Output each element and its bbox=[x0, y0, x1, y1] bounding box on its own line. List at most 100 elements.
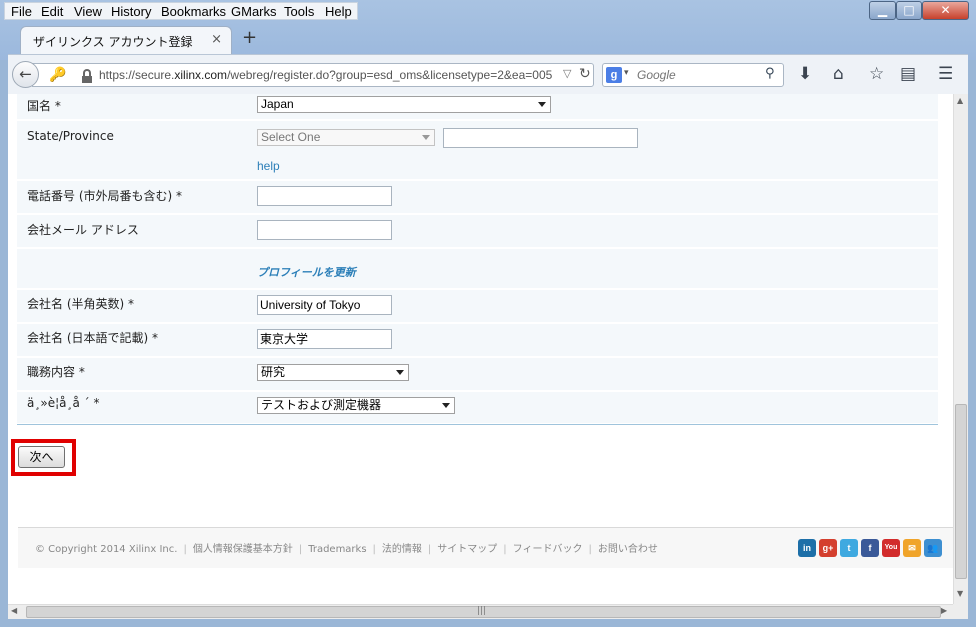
scroll-down-icon[interactable]: ▼ bbox=[957, 589, 963, 598]
google-engine-icon[interactable]: g bbox=[606, 67, 622, 83]
chevron-down-icon bbox=[538, 102, 546, 107]
footer-link-feedback[interactable]: フィードバック bbox=[513, 544, 583, 555]
vertical-scroll-thumb[interactable] bbox=[955, 404, 967, 579]
footer-links: © Copyright 2014 Xilinx Inc. | 個人情報保護基本方針 |… bbox=[35, 544, 658, 555]
back-arrow-icon: ← bbox=[19, 65, 32, 83]
minimize-button[interactable]: ▁ bbox=[869, 1, 896, 20]
industry-select[interactable]: テストおよび測定機器 bbox=[257, 397, 455, 414]
url-prefix: https://secure. bbox=[99, 68, 175, 82]
url-bar[interactable]: 🔑 https://secure.xilinx.com/webreg/regis… bbox=[32, 63, 594, 87]
youtube-icon[interactable]: You bbox=[882, 539, 900, 557]
menu-bookmarks[interactable]: Bookmarks bbox=[161, 3, 226, 20]
menu-history[interactable]: History bbox=[111, 3, 151, 20]
industry-label: ä¸»è¦å¸å ´ * bbox=[27, 396, 100, 410]
navigation-toolbar: 🔑 https://secure.xilinx.com/webreg/regis… bbox=[8, 54, 968, 94]
job-select[interactable]: 研究 bbox=[257, 364, 409, 381]
country-select[interactable]: Japan bbox=[257, 96, 551, 113]
state-help-link[interactable]: help bbox=[257, 159, 280, 173]
footer-link-contact[interactable]: お問い合わせ bbox=[598, 544, 658, 555]
new-tab-icon[interactable]: + bbox=[242, 28, 257, 48]
menu-edit[interactable]: Edit bbox=[41, 3, 63, 20]
url-path: /webreg/register.do?group=esd_oms&licens… bbox=[227, 68, 553, 82]
horizontal-scroll-thumb[interactable]: ||| bbox=[26, 606, 941, 618]
company-ja-input[interactable]: 東京大学 bbox=[257, 329, 392, 349]
scroll-right-icon[interactable]: ▶ bbox=[941, 606, 947, 615]
googleplus-icon[interactable]: g+ bbox=[819, 539, 837, 557]
tab-title: ザイリンクス アカウント登録 bbox=[33, 35, 193, 49]
job-select-value: 研究 bbox=[261, 365, 286, 379]
engine-dropdown-icon[interactable]: ▾ bbox=[624, 68, 629, 78]
phone-input[interactable] bbox=[257, 186, 392, 206]
url-host: xilinx.com bbox=[174, 68, 228, 82]
back-button[interactable]: ← bbox=[12, 61, 39, 88]
menu-view[interactable]: View bbox=[74, 3, 102, 20]
form-row-industry: ä¸»è¦å¸å ´ * テストおよび測定機器 bbox=[17, 392, 938, 424]
country-select-value: Japan bbox=[261, 97, 294, 111]
downloads-icon[interactable]: ⬇ bbox=[798, 64, 812, 84]
chevron-down-icon bbox=[396, 370, 404, 375]
chevron-down-icon bbox=[422, 135, 430, 140]
form-row-update-profile: プロフィールを更新 bbox=[17, 249, 938, 289]
twitter-icon[interactable]: t bbox=[840, 539, 858, 557]
email-input[interactable] bbox=[257, 220, 392, 240]
linkedin-icon[interactable]: in bbox=[798, 539, 816, 557]
reload-icon[interactable]: ↻ bbox=[579, 66, 591, 82]
browser-tab[interactable]: ザイリンクス アカウント登録 × bbox=[20, 26, 232, 54]
menu-file[interactable]: File bbox=[11, 3, 32, 20]
url-history-dropdown-icon[interactable]: ▽ bbox=[563, 67, 571, 80]
community-icon[interactable]: 👥 bbox=[924, 539, 942, 557]
footer-link-sitemap[interactable]: サイトマップ bbox=[437, 544, 497, 555]
form-divider bbox=[17, 424, 938, 425]
bookmarks-list-icon[interactable]: ▤ bbox=[900, 64, 916, 84]
scrollbar-corner bbox=[953, 604, 968, 619]
footer-link-legal[interactable]: 法的情報 bbox=[382, 544, 422, 555]
state-label: State/Province bbox=[27, 129, 114, 143]
state-select[interactable]: Select One bbox=[257, 129, 435, 146]
footer-link-privacy[interactable]: 個人情報保護基本方針 bbox=[193, 544, 293, 555]
state-select-value: Select One bbox=[261, 130, 321, 144]
form-row-company-ja: 会社名 (日本語で記載) * 東京大学 bbox=[17, 324, 938, 357]
footer-copyright: © Copyright 2014 Xilinx Inc. bbox=[35, 544, 178, 555]
update-profile-link[interactable]: プロフィールを更新 bbox=[257, 264, 356, 280]
phone-label: 電話番号 (市外局番も含む) * bbox=[27, 189, 182, 203]
hamburger-menu-icon[interactable]: ☰ bbox=[938, 64, 953, 84]
industry-select-value: テストおよび測定機器 bbox=[261, 398, 382, 412]
scroll-up-icon[interactable]: ▲ bbox=[957, 96, 963, 105]
form-row-state: State/Province Select One help bbox=[17, 121, 938, 180]
next-button[interactable]: 次へ bbox=[18, 446, 65, 468]
country-label: 国名 * bbox=[27, 99, 61, 113]
menu-help[interactable]: Help bbox=[325, 3, 352, 20]
facebook-icon[interactable]: f bbox=[861, 539, 879, 557]
form-row-phone: 電話番号 (市外局番も含む) * bbox=[17, 181, 938, 214]
email-label: 会社メール アドレス bbox=[27, 223, 139, 237]
scroll-left-icon[interactable]: ◀ bbox=[11, 606, 17, 615]
menu-bar: File Edit View History Bookmarks GMarks … bbox=[4, 2, 358, 20]
search-bar[interactable]: g ▾ ⚲ bbox=[602, 63, 784, 87]
search-input[interactable] bbox=[637, 67, 761, 83]
horizontal-scrollbar[interactable]: ◀ ||| ▶ bbox=[8, 604, 953, 619]
vertical-scrollbar[interactable]: ▲ ▼ bbox=[953, 94, 968, 604]
menu-tools[interactable]: Tools bbox=[284, 3, 314, 20]
form-row-job: 職務内容 * 研究 bbox=[17, 358, 938, 391]
email-icon[interactable]: ✉ bbox=[903, 539, 921, 557]
bookmark-star-icon[interactable]: ☆ bbox=[869, 64, 884, 84]
form-row-company-en: 会社名 (半角英数) * University of Tokyo bbox=[17, 290, 938, 323]
form-row-country: 国名 * Japan bbox=[17, 94, 938, 120]
maximize-button[interactable]: □ bbox=[896, 1, 922, 20]
footer-link-trademarks[interactable]: Trademarks bbox=[308, 544, 366, 555]
menu-gmarks[interactable]: GMarks bbox=[231, 3, 277, 20]
close-window-button[interactable]: ✕ bbox=[922, 1, 969, 20]
url-text[interactable]: https://secure.xilinx.com/webreg/registe… bbox=[99, 68, 561, 82]
state-text-input[interactable] bbox=[443, 128, 638, 148]
page-content: 国名 * Japan State/Province Select One hel… bbox=[8, 94, 953, 604]
job-label: 職務内容 * bbox=[27, 365, 85, 379]
grip-icon: ||| bbox=[477, 606, 487, 616]
form-row-email: 会社メール アドレス bbox=[17, 215, 938, 248]
company-en-input[interactable]: University of Tokyo bbox=[257, 295, 392, 315]
company-ja-label: 会社名 (日本語で記載) * bbox=[27, 331, 158, 345]
search-magnifier-icon[interactable]: ⚲ bbox=[765, 66, 775, 81]
lock-icon bbox=[82, 69, 92, 83]
tab-close-icon[interactable]: × bbox=[211, 32, 222, 47]
key-icon[interactable]: 🔑 bbox=[49, 67, 66, 83]
home-icon[interactable]: ⌂ bbox=[833, 64, 844, 84]
